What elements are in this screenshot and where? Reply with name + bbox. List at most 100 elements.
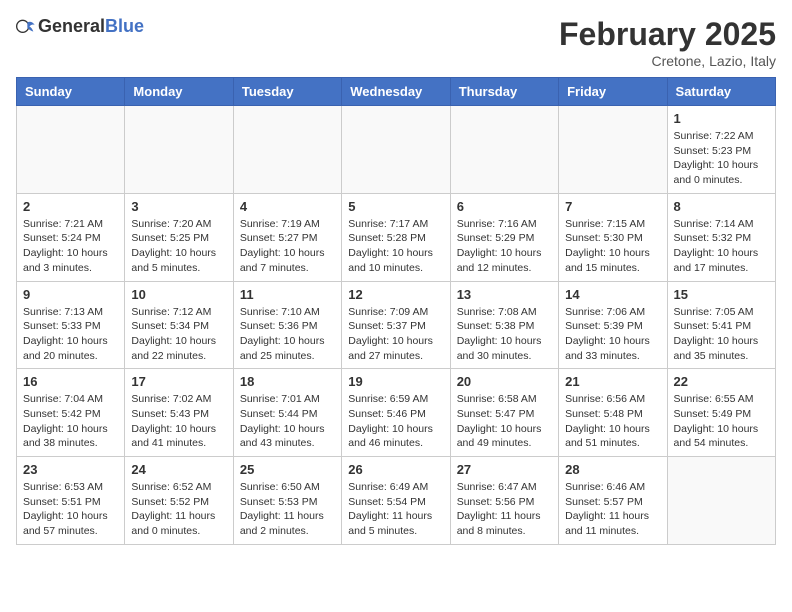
- day-info: Sunrise: 7:20 AM Sunset: 5:25 PM Dayligh…: [131, 217, 226, 276]
- day-info: Sunrise: 7:15 AM Sunset: 5:30 PM Dayligh…: [565, 217, 660, 276]
- day-info: Sunrise: 7:10 AM Sunset: 5:36 PM Dayligh…: [240, 305, 335, 364]
- calendar-cell: 8 Sunrise: 7:14 AM Sunset: 5:32 PM Daylig…: [667, 193, 775, 281]
- weekday-header-saturday: Saturday: [667, 78, 775, 106]
- day-number: 17: [131, 374, 226, 389]
- calendar-cell: 20 Sunrise: 6:58 AM Sunset: 5:47 PM Dayli…: [450, 369, 558, 457]
- week-row-4: 23 Sunrise: 6:53 AM Sunset: 5:51 PM Dayli…: [17, 457, 776, 545]
- weekday-header-sunday: Sunday: [17, 78, 125, 106]
- day-number: 21: [565, 374, 660, 389]
- day-number: 28: [565, 462, 660, 477]
- day-info: Sunrise: 6:49 AM Sunset: 5:54 PM Dayligh…: [348, 480, 443, 539]
- day-info: Sunrise: 7:01 AM Sunset: 5:44 PM Dayligh…: [240, 392, 335, 451]
- logo: GeneralBlue: [16, 16, 144, 37]
- day-info: Sunrise: 7:13 AM Sunset: 5:33 PM Dayligh…: [23, 305, 118, 364]
- calendar-cell: 6 Sunrise: 7:16 AM Sunset: 5:29 PM Daylig…: [450, 193, 558, 281]
- day-info: Sunrise: 6:59 AM Sunset: 5:46 PM Dayligh…: [348, 392, 443, 451]
- calendar-cell: [233, 106, 341, 194]
- day-number: 9: [23, 287, 118, 302]
- day-info: Sunrise: 7:17 AM Sunset: 5:28 PM Dayligh…: [348, 217, 443, 276]
- calendar-cell: [342, 106, 450, 194]
- day-info: Sunrise: 7:02 AM Sunset: 5:43 PM Dayligh…: [131, 392, 226, 451]
- calendar-cell: 10 Sunrise: 7:12 AM Sunset: 5:34 PM Dayli…: [125, 281, 233, 369]
- day-info: Sunrise: 7:12 AM Sunset: 5:34 PM Dayligh…: [131, 305, 226, 364]
- week-row-3: 16 Sunrise: 7:04 AM Sunset: 5:42 PM Dayli…: [17, 369, 776, 457]
- day-number: 12: [348, 287, 443, 302]
- day-number: 26: [348, 462, 443, 477]
- day-number: 24: [131, 462, 226, 477]
- calendar-cell: 3 Sunrise: 7:20 AM Sunset: 5:25 PM Daylig…: [125, 193, 233, 281]
- calendar-cell: 28 Sunrise: 6:46 AM Sunset: 5:57 PM Dayli…: [559, 457, 667, 545]
- day-number: 1: [674, 111, 769, 126]
- calendar-cell: 23 Sunrise: 6:53 AM Sunset: 5:51 PM Dayli…: [17, 457, 125, 545]
- day-info: Sunrise: 6:58 AM Sunset: 5:47 PM Dayligh…: [457, 392, 552, 451]
- calendar-cell: 1 Sunrise: 7:22 AM Sunset: 5:23 PM Daylig…: [667, 106, 775, 194]
- day-number: 13: [457, 287, 552, 302]
- day-info: Sunrise: 7:06 AM Sunset: 5:39 PM Dayligh…: [565, 305, 660, 364]
- day-info: Sunrise: 6:46 AM Sunset: 5:57 PM Dayligh…: [565, 480, 660, 539]
- calendar-cell: 7 Sunrise: 7:15 AM Sunset: 5:30 PM Daylig…: [559, 193, 667, 281]
- day-number: 10: [131, 287, 226, 302]
- calendar-cell: [450, 106, 558, 194]
- title-area: February 2025 Cretone, Lazio, Italy: [559, 16, 776, 69]
- day-info: Sunrise: 7:09 AM Sunset: 5:37 PM Dayligh…: [348, 305, 443, 364]
- day-info: Sunrise: 7:04 AM Sunset: 5:42 PM Dayligh…: [23, 392, 118, 451]
- day-number: 2: [23, 199, 118, 214]
- day-number: 3: [131, 199, 226, 214]
- calendar-cell: 17 Sunrise: 7:02 AM Sunset: 5:43 PM Dayli…: [125, 369, 233, 457]
- calendar-table: SundayMondayTuesdayWednesdayThursdayFrid…: [16, 77, 776, 545]
- day-number: 22: [674, 374, 769, 389]
- week-row-0: 1 Sunrise: 7:22 AM Sunset: 5:23 PM Daylig…: [17, 106, 776, 194]
- calendar-cell: [667, 457, 775, 545]
- calendar-cell: 2Sunrise: 7:21 AM Sunset: 5:24 PM Daylig…: [17, 193, 125, 281]
- day-info: Sunrise: 6:55 AM Sunset: 5:49 PM Dayligh…: [674, 392, 769, 451]
- calendar-cell: 24 Sunrise: 6:52 AM Sunset: 5:52 PM Dayli…: [125, 457, 233, 545]
- day-number: 25: [240, 462, 335, 477]
- day-number: 7: [565, 199, 660, 214]
- day-info: Sunrise: 6:47 AM Sunset: 5:56 PM Dayligh…: [457, 480, 552, 539]
- logo-icon: [16, 17, 36, 37]
- calendar-cell: 9 Sunrise: 7:13 AM Sunset: 5:33 PM Daylig…: [17, 281, 125, 369]
- day-number: 27: [457, 462, 552, 477]
- day-info: Sunrise: 6:52 AM Sunset: 5:52 PM Dayligh…: [131, 480, 226, 539]
- week-row-1: 2Sunrise: 7:21 AM Sunset: 5:24 PM Daylig…: [17, 193, 776, 281]
- day-info: Sunrise: 7:05 AM Sunset: 5:41 PM Dayligh…: [674, 305, 769, 364]
- day-number: 20: [457, 374, 552, 389]
- day-number: 19: [348, 374, 443, 389]
- calendar-cell: 12 Sunrise: 7:09 AM Sunset: 5:37 PM Dayli…: [342, 281, 450, 369]
- calendar-cell: 21 Sunrise: 6:56 AM Sunset: 5:48 PM Dayli…: [559, 369, 667, 457]
- calendar-cell: [17, 106, 125, 194]
- calendar-cell: 4Sunrise: 7:19 AM Sunset: 5:27 PM Daylig…: [233, 193, 341, 281]
- calendar-cell: 14 Sunrise: 7:06 AM Sunset: 5:39 PM Dayli…: [559, 281, 667, 369]
- weekday-header-wednesday: Wednesday: [342, 78, 450, 106]
- location: Cretone, Lazio, Italy: [559, 53, 776, 69]
- day-info: Sunrise: 6:56 AM Sunset: 5:48 PM Dayligh…: [565, 392, 660, 451]
- day-number: 16: [23, 374, 118, 389]
- day-info: Sunrise: 7:22 AM Sunset: 5:23 PM Dayligh…: [674, 129, 769, 188]
- calendar-cell: 18Sunrise: 7:01 AM Sunset: 5:44 PM Dayli…: [233, 369, 341, 457]
- day-number: 14: [565, 287, 660, 302]
- calendar-cell: 16 Sunrise: 7:04 AM Sunset: 5:42 PM Dayli…: [17, 369, 125, 457]
- calendar-cell: 27 Sunrise: 6:47 AM Sunset: 5:56 PM Dayli…: [450, 457, 558, 545]
- day-number: 8: [674, 199, 769, 214]
- month-title: February 2025: [559, 16, 776, 53]
- day-info: Sunrise: 7:16 AM Sunset: 5:29 PM Dayligh…: [457, 217, 552, 276]
- weekday-header-row: SundayMondayTuesdayWednesdayThursdayFrid…: [17, 78, 776, 106]
- day-info: Sunrise: 7:14 AM Sunset: 5:32 PM Dayligh…: [674, 217, 769, 276]
- weekday-header-friday: Friday: [559, 78, 667, 106]
- calendar-cell: 22 Sunrise: 6:55 AM Sunset: 5:49 PM Dayli…: [667, 369, 775, 457]
- day-info: Sunrise: 6:53 AM Sunset: 5:51 PM Dayligh…: [23, 480, 118, 539]
- calendar-cell: 11Sunrise: 7:10 AM Sunset: 5:36 PM Dayli…: [233, 281, 341, 369]
- weekday-header-thursday: Thursday: [450, 78, 558, 106]
- day-number: 5: [348, 199, 443, 214]
- calendar-cell: [559, 106, 667, 194]
- day-info: Sunrise: 7:08 AM Sunset: 5:38 PM Dayligh…: [457, 305, 552, 364]
- day-info: Sunrise: 6:50 AM Sunset: 5:53 PM Dayligh…: [240, 480, 335, 539]
- day-number: 23: [23, 462, 118, 477]
- day-number: 6: [457, 199, 552, 214]
- calendar-cell: 19 Sunrise: 6:59 AM Sunset: 5:46 PM Dayli…: [342, 369, 450, 457]
- weekday-header-monday: Monday: [125, 78, 233, 106]
- logo-blue: Blue: [105, 16, 144, 36]
- calendar-cell: 5 Sunrise: 7:17 AM Sunset: 5:28 PM Daylig…: [342, 193, 450, 281]
- logo-general: General: [38, 16, 105, 36]
- calendar-cell: [125, 106, 233, 194]
